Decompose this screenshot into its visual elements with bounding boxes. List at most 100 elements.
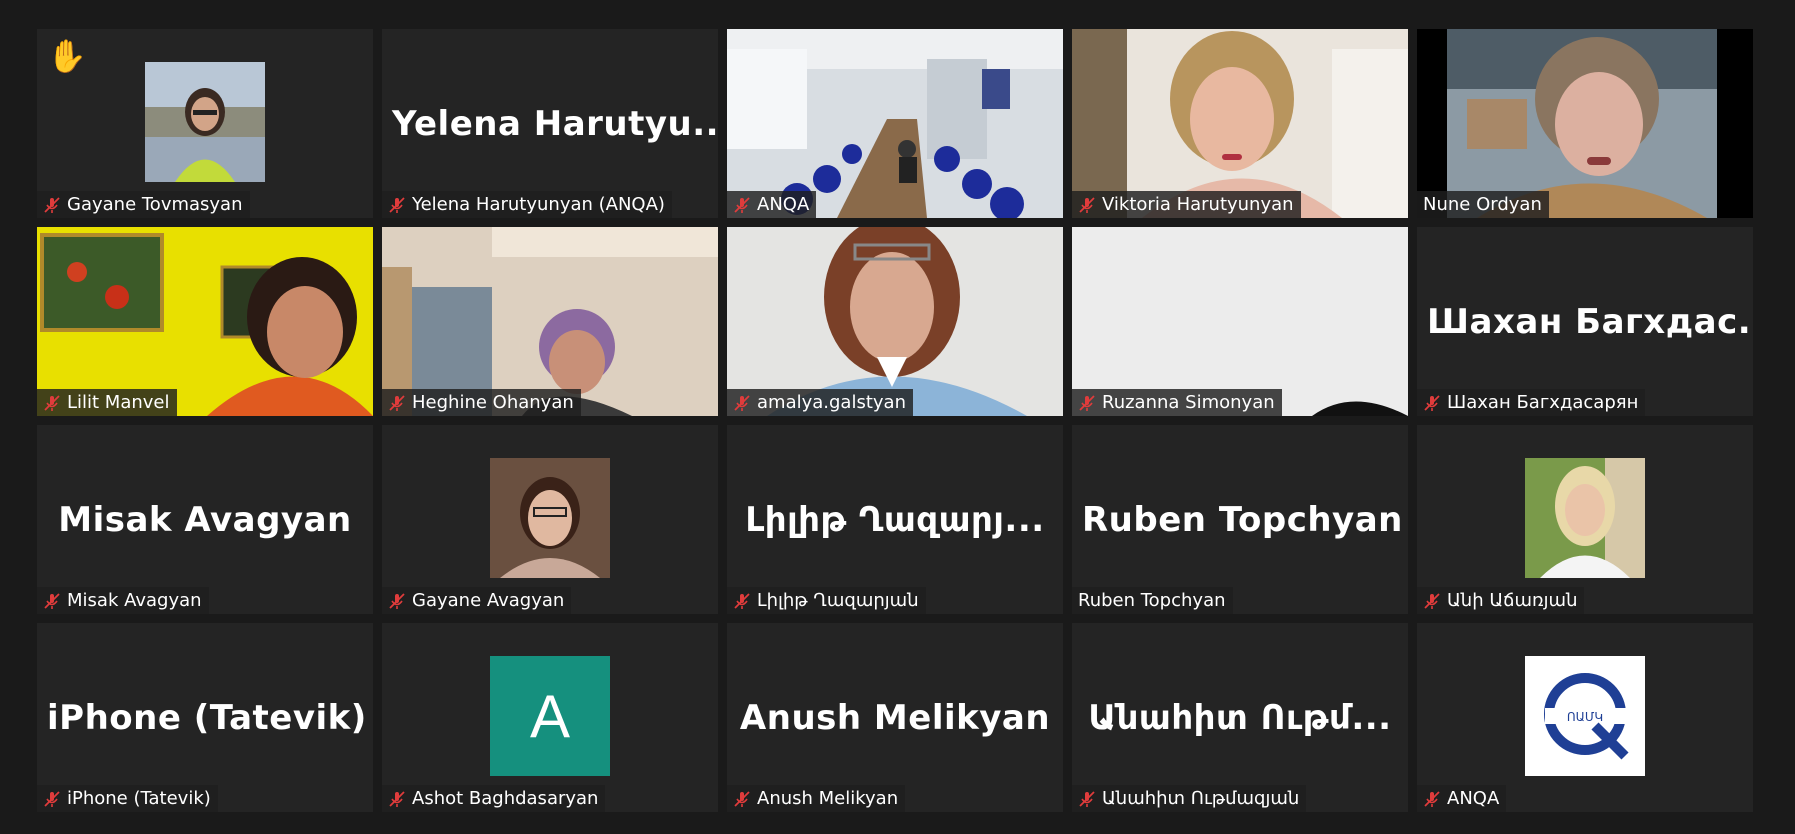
- mic-muted-icon: [734, 592, 750, 609]
- participant-tile[interactable]: Gayane Avagyan: [382, 425, 718, 614]
- participant-name: iPhone (Tatevik): [67, 788, 211, 809]
- participant-tile[interactable]: Անահիտ Ութմ... Անահիտ Ութմազյան: [1072, 623, 1408, 812]
- participant-name: Gayane Tovmasyan: [67, 194, 243, 215]
- video-feed: [727, 29, 1063, 218]
- mic-muted-icon: [389, 592, 405, 609]
- participant-name: Ruben Topchyan: [1078, 590, 1226, 611]
- participant-tile[interactable]: amalya.galstyan: [727, 227, 1063, 416]
- participant-name-bar: Nune Ordyan: [1417, 191, 1549, 218]
- participant-tile[interactable]: ANQA: [727, 29, 1063, 218]
- video-feed: [727, 227, 1063, 416]
- participant-tile[interactable]: Viktoria Harutyunyan: [1072, 29, 1408, 218]
- video-feed: [37, 227, 373, 416]
- participant-name: ANQA: [1447, 788, 1500, 809]
- profile-picture: [145, 62, 265, 182]
- participant-display-name: Шахан Багхдас...: [1427, 301, 1753, 342]
- participant-tile[interactable]: Misak Avagyan Misak Avagyan: [37, 425, 373, 614]
- mic-muted-icon: [389, 196, 405, 213]
- logo-text: ՈԱՄԿ: [1567, 710, 1603, 724]
- participant-name-bar: Шахан Багхдасарян: [1417, 389, 1646, 416]
- participant-name-bar: Heghine Ohanyan: [382, 389, 581, 416]
- mic-muted-icon: [44, 196, 60, 213]
- participant-name: Шахан Багхдасарян: [1447, 392, 1639, 413]
- mic-muted-icon: [1424, 790, 1440, 807]
- participant-tile[interactable]: Heghine Ohanyan: [382, 227, 718, 416]
- participant-name-bar: ANQA: [727, 191, 817, 218]
- video-feed: [1072, 29, 1408, 218]
- mic-muted-icon: [1424, 394, 1440, 411]
- participant-tile[interactable]: Anush Melikyan Anush Melikyan: [727, 623, 1063, 812]
- mic-muted-icon: [44, 394, 60, 411]
- avatar-letter: A: [490, 656, 610, 776]
- participant-name: Անահիտ Ութմազյան: [1102, 788, 1300, 809]
- profile-picture: [490, 458, 610, 578]
- participant-name: Լիլիթ Ղազարյան: [757, 590, 919, 611]
- participant-display-name: Anush Melikyan: [739, 697, 1051, 738]
- mic-muted-icon: [1079, 196, 1095, 213]
- participant-tile[interactable]: Ruben Topchyan Ruben Topchyan: [1072, 425, 1408, 614]
- participant-name: Misak Avagyan: [67, 590, 202, 611]
- participant-name: Անի Աճառյան: [1447, 590, 1578, 611]
- participant-name-bar: Lilit Manvel: [37, 389, 177, 416]
- participant-name-bar: Yelena Harutyunyan (ANQA): [382, 191, 672, 218]
- video-grid: ✋ Gayane Tovmasyan Yelena Harutyu... Yel…: [37, 29, 1753, 812]
- participant-name-bar: Gayane Tovmasyan: [37, 191, 250, 218]
- participant-name: amalya.galstyan: [757, 392, 906, 413]
- mic-muted-icon: [1424, 592, 1440, 609]
- participant-tile[interactable]: ✋ Gayane Tovmasyan: [37, 29, 373, 218]
- participant-tile[interactable]: Lilit Manvel: [37, 227, 373, 416]
- profile-picture: [1525, 458, 1645, 578]
- participant-name-bar: Անի Աճառյան: [1417, 587, 1585, 614]
- participant-name-bar: ANQA: [1417, 785, 1507, 812]
- participant-display-name: Անահիտ Ութմ...: [1088, 697, 1392, 738]
- mic-muted-icon: [734, 196, 750, 213]
- participant-name-bar: Misak Avagyan: [37, 587, 209, 614]
- participant-tile[interactable]: Шахан Багхдас... Шахан Багхдасарян: [1417, 227, 1753, 416]
- mic-muted-icon: [1079, 790, 1095, 807]
- participant-name-bar: Ruzanna Simonyan: [1072, 389, 1282, 416]
- participant-tile[interactable]: Ruzanna Simonyan: [1072, 227, 1408, 416]
- participant-name: Anush Melikyan: [757, 788, 899, 809]
- participant-tile[interactable]: Անի Աճառյան: [1417, 425, 1753, 614]
- participant-tile[interactable]: ՈԱՄԿ ANQA: [1417, 623, 1753, 812]
- participant-name-bar: Ruben Topchyan: [1072, 587, 1233, 614]
- participant-name: Nune Ordyan: [1423, 194, 1542, 215]
- video-feed: [1417, 29, 1753, 218]
- participant-name: Ruzanna Simonyan: [1102, 392, 1275, 413]
- anqa-logo: ՈԱՄԿ: [1525, 656, 1645, 776]
- mic-muted-icon: [734, 394, 750, 411]
- participant-tile[interactable]: Լիլիթ Ղազարյ... Լիլիթ Ղազարյան: [727, 425, 1063, 614]
- participant-name-bar: Անահիտ Ութմազյան: [1072, 785, 1307, 812]
- participant-name: Gayane Avagyan: [412, 590, 565, 611]
- participant-display-name: Ruben Topchyan: [1082, 499, 1403, 540]
- mic-muted-icon: [44, 790, 60, 807]
- participant-tile[interactable]: Yelena Harutyu... Yelena Harutyunyan (AN…: [382, 29, 718, 218]
- mic-muted-icon: [389, 394, 405, 411]
- mic-muted-icon: [734, 790, 750, 807]
- participant-name-bar: Ashot Baghdasaryan: [382, 785, 606, 812]
- participant-tile[interactable]: A Ashot Baghdasaryan: [382, 623, 718, 812]
- participant-name-bar: iPhone (Tatevik): [37, 785, 218, 812]
- mic-muted-icon: [1079, 394, 1095, 411]
- participant-display-name: Yelena Harutyu...: [392, 103, 718, 144]
- participant-display-name: Misak Avagyan: [58, 499, 352, 540]
- mic-muted-icon: [389, 790, 405, 807]
- participant-display-name: Լիլիթ Ղազարյ...: [745, 499, 1045, 540]
- participant-name: Ashot Baghdasaryan: [412, 788, 599, 809]
- participant-name-bar: Anush Melikyan: [727, 785, 906, 812]
- participant-name: Lilit Manvel: [67, 392, 170, 413]
- video-feed: [382, 227, 718, 416]
- participant-tile[interactable]: iPhone (Tatevik) iPhone (Tatevik): [37, 623, 373, 812]
- participant-tile-active-speaker[interactable]: Nune Ordyan: [1417, 29, 1753, 218]
- participant-name-bar: Viktoria Harutyunyan: [1072, 191, 1301, 218]
- mic-muted-icon: [44, 592, 60, 609]
- participant-name: Viktoria Harutyunyan: [1102, 194, 1294, 215]
- participant-name: Heghine Ohanyan: [412, 392, 574, 413]
- participant-name: Yelena Harutyunyan (ANQA): [412, 194, 665, 215]
- raised-hand-icon: ✋: [47, 37, 87, 75]
- participant-name-bar: Gayane Avagyan: [382, 587, 572, 614]
- participant-name-bar: Լիլիթ Ղազարյան: [727, 587, 926, 614]
- participant-display-name: iPhone (Tatevik): [47, 697, 367, 738]
- participant-name: ANQA: [757, 194, 810, 215]
- participant-name-bar: amalya.galstyan: [727, 389, 913, 416]
